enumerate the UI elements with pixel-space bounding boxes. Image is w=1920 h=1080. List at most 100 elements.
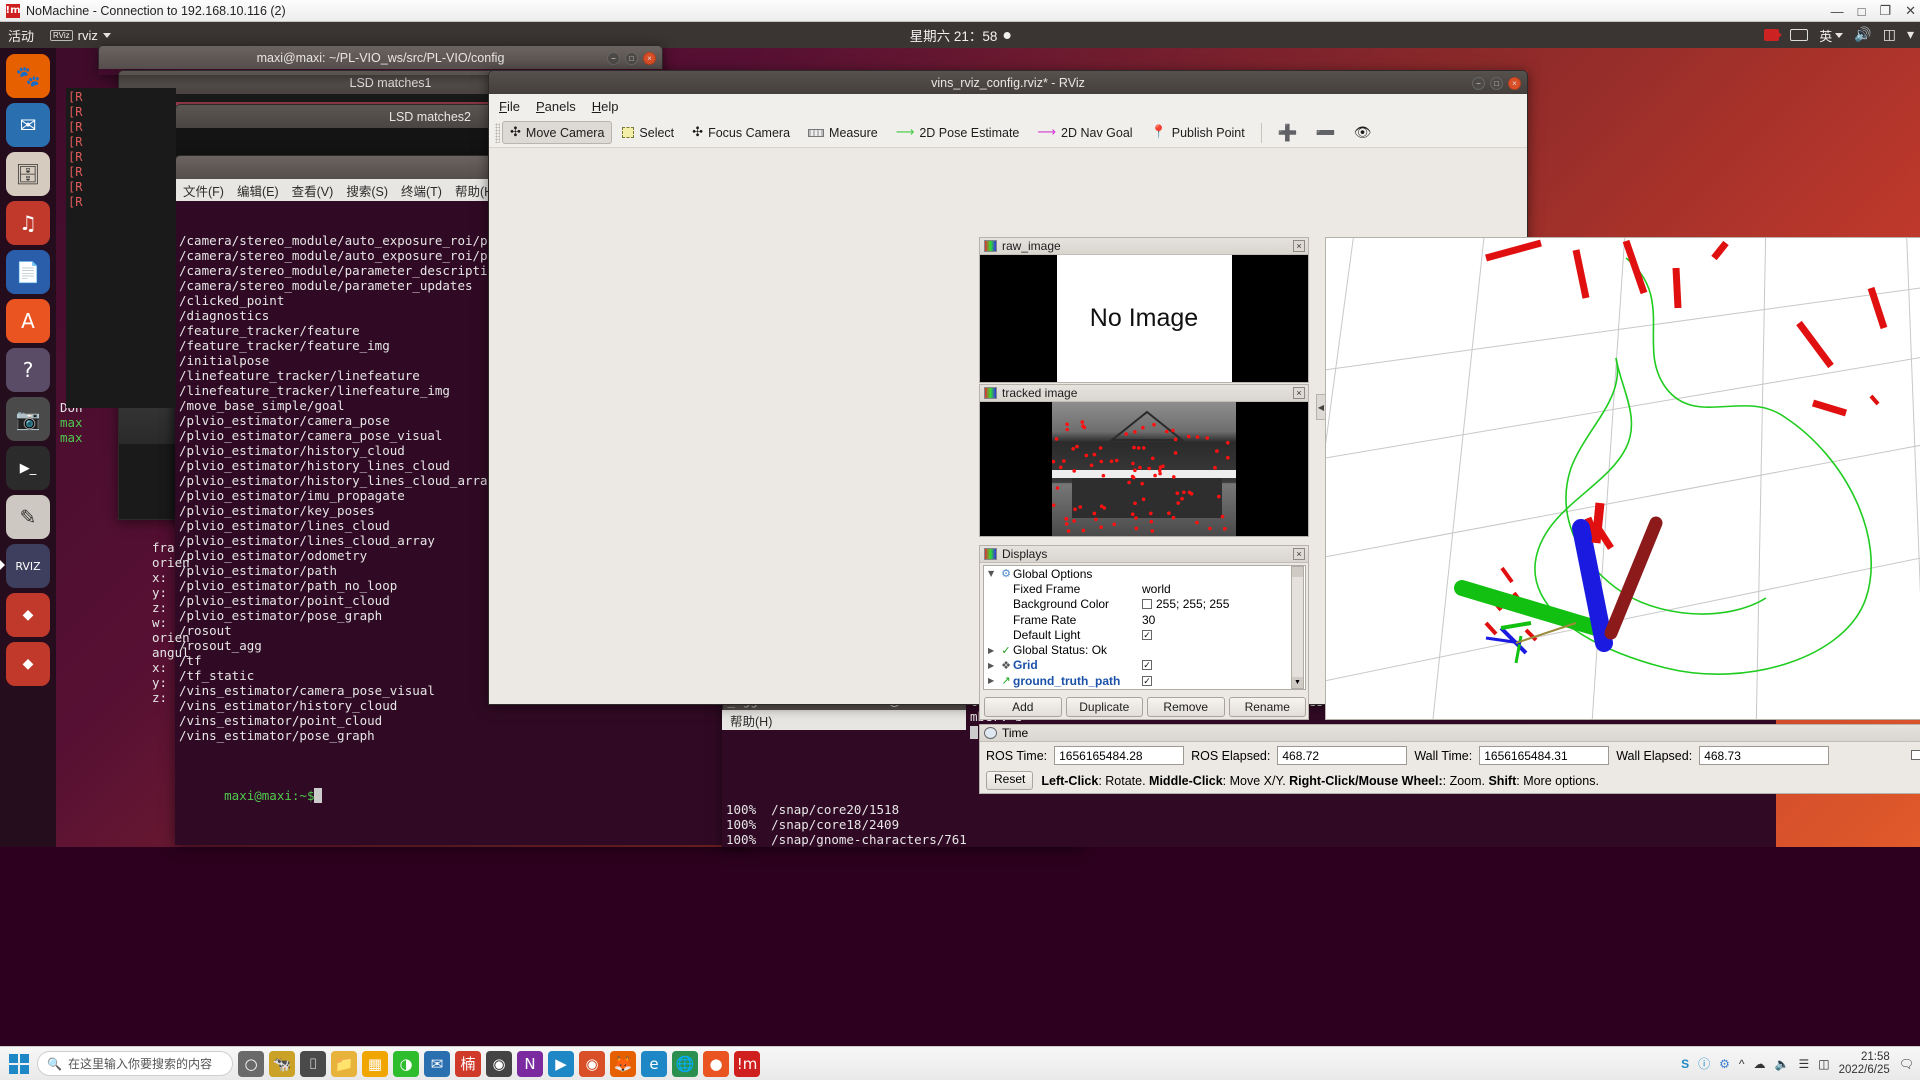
minimize-button[interactable]: − (1472, 76, 1485, 90)
menu-edit[interactable]: 编辑(E) (237, 181, 279, 200)
close-icon[interactable]: × (1293, 387, 1305, 399)
rviz-titlebar[interactable]: vins_rviz_config.rviz* - RViz − □ × (488, 70, 1528, 94)
launcher-item-terminal[interactable]: ▶_ (6, 446, 50, 490)
launcher-item-screenshot[interactable]: 📷 (6, 397, 50, 441)
menu-file[interactable]: File (499, 99, 520, 114)
tool-publish-point[interactable]: 📍 Publish Point (1143, 121, 1253, 144)
launcher-item-help[interactable]: ? (6, 348, 50, 392)
launcher-item-text-editor[interactable]: ✎ (6, 495, 50, 539)
duplicate-button[interactable]: Duplicate (1065, 697, 1143, 717)
close-icon[interactable]: × (1293, 240, 1305, 252)
window-titlebar[interactable]: maxi@maxi: ~/PL-VIO_ws/src/PL-VIO/config… (98, 45, 663, 69)
wall-time-input[interactable] (1479, 746, 1610, 765)
scroll-down-arrow[interactable]: ▼ (1292, 677, 1303, 688)
displays-row-value[interactable]: world (1142, 582, 1171, 596)
start-button[interactable] (6, 1051, 32, 1077)
displays-row-value[interactable]: ✓ (1142, 675, 1152, 686)
reset-button[interactable]: Reset (986, 771, 1034, 790)
taskbar-onenote-icon[interactable]: N (517, 1050, 543, 1077)
tool-2d-nav-goal[interactable]: ⟶ 2D Nav Goal (1029, 121, 1140, 144)
launcher-item-software[interactable]: A (6, 299, 50, 343)
launcher-item-thunderbird[interactable]: ✉ (6, 103, 50, 147)
tool-select[interactable]: Select (614, 122, 682, 144)
chevron-right-icon[interactable]: ▶ (988, 676, 999, 685)
tool-2d-pose-estimate[interactable]: ⟶ 2D Pose Estimate (888, 121, 1028, 144)
taskbar-file-explorer-icon[interactable]: 📁 (331, 1050, 357, 1077)
taskbar-app-red-icon[interactable]: 楠 (455, 1050, 481, 1077)
notification-icon[interactable]: 🗨 (1899, 1057, 1914, 1071)
close-button[interactable]: ✕ (1905, 3, 1916, 19)
launcher-item-firefox[interactable]: 🐾 (6, 54, 50, 98)
record-icon[interactable] (1764, 29, 1783, 41)
shield-icon[interactable]: ⚙ (1719, 1057, 1730, 1071)
help-icon[interactable]: ⓘ (1698, 1055, 1710, 1072)
tool-focus-camera[interactable]: ✣ Focus Camera (684, 121, 798, 144)
checkbox[interactable]: ✓ (1142, 629, 1152, 640)
add-button[interactable]: Add (984, 697, 1062, 717)
displays-tree[interactable]: ▼ ⚙ Global Options Fixed Frame world Backgrou… (983, 565, 1306, 690)
displays-tree-row[interactable]: ▶ ✓ Global Status: Ok (984, 642, 1305, 657)
chevron-up-icon[interactable]: ^ (1739, 1057, 1745, 1071)
displays-tree-row[interactable]: Frame Rate 30 (984, 612, 1305, 627)
close-button[interactable]: × (1508, 76, 1521, 90)
minimize-button[interactable]: — (1831, 4, 1844, 19)
taskbar-cortana-icon[interactable]: ○ (238, 1050, 264, 1077)
rename-button[interactable]: Rename (1228, 697, 1306, 717)
displays-tree-row[interactable]: ▶ ❖ Grid ✓ (984, 658, 1305, 673)
color-swatch[interactable] (1142, 599, 1152, 610)
taskbar-firefox-icon[interactable]: 🦊 (610, 1050, 636, 1077)
displays-tree-row[interactable]: Default Light ✓ (984, 627, 1305, 642)
displays-tree-row[interactable]: ▶ ↗ ground_truth_path ✓ (984, 673, 1305, 688)
launcher-item-app-red-1[interactable]: ◆ (6, 593, 50, 637)
panel-header[interactable]: Displays × (980, 546, 1308, 563)
maximize-button[interactable]: □ (1490, 76, 1503, 90)
sync-icon[interactable]: S (1681, 1057, 1689, 1071)
tool-measure[interactable]: Measure (800, 122, 886, 144)
taskbar-edge-icon[interactable]: e (641, 1050, 667, 1077)
taskbar-wechat-icon[interactable]: ◑ (393, 1050, 419, 1077)
close-button[interactable]: × (643, 51, 656, 65)
search-input[interactable]: 🔍 在这里输入你要搜索的内容 (37, 1051, 233, 1076)
displays-tree-row[interactable]: ▼ ⚙ Global Options (984, 566, 1305, 581)
taskbar-mail-icon[interactable]: ✉ (424, 1050, 450, 1077)
toolbar-remove-button[interactable]: ➖ (1308, 119, 1344, 146)
power-icon[interactable]: ▾ (1907, 27, 1914, 43)
taskbar-ubuntu-icon[interactable]: ● (703, 1050, 729, 1077)
menu-panels[interactable]: Panels (536, 99, 576, 114)
volume-icon[interactable]: 🔈 (1775, 1057, 1790, 1071)
toolbar-grip[interactable] (495, 122, 500, 143)
ros-time-input[interactable] (1054, 746, 1185, 765)
panel-clock[interactable]: 星期六 21：58 (910, 25, 1011, 45)
panel-header[interactable]: raw_image × (980, 238, 1308, 255)
panel-header[interactable]: tracked image × (980, 385, 1308, 402)
wall-elapsed-input[interactable] (1699, 746, 1830, 765)
taskbar-store-icon[interactable]: ▦ (362, 1050, 388, 1077)
tool-move-camera[interactable]: ✣ Move Camera (502, 121, 613, 144)
displays-row-value[interactable]: 255; 255; 255 (1142, 597, 1229, 611)
displays-scrollbar[interactable]: ▼ (1291, 566, 1304, 689)
taskbar-globe-icon[interactable]: 🌐 (672, 1050, 698, 1077)
menu-help[interactable]: 帮助(H) (730, 711, 772, 730)
taskbar-clock[interactable]: 21:58 2022/6/25 (1839, 1051, 1890, 1077)
launcher-item-files[interactable]: 🗄 (6, 152, 50, 196)
taskbar-chrome-icon[interactable]: ◉ (579, 1050, 605, 1077)
scrollbar-thumb[interactable] (1292, 567, 1303, 577)
menu-search[interactable]: 搜索(S) (346, 181, 388, 200)
remove-button[interactable]: Remove (1147, 697, 1225, 717)
checkbox[interactable]: ✓ (1142, 660, 1152, 671)
menu-help[interactable]: Help (592, 99, 619, 114)
restore-button[interactable]: ❐ (1879, 3, 1891, 19)
chevron-right-icon[interactable]: ▶ (988, 646, 999, 655)
toolbar-add-button[interactable]: ➕ (1270, 119, 1306, 146)
maximize-button[interactable]: □ (1858, 4, 1866, 19)
experimental-checkbox[interactable] (1911, 750, 1920, 760)
maximize-button[interactable]: □ (625, 51, 638, 65)
panel-collapse-arrow-left[interactable]: ◀ (1316, 394, 1326, 420)
launcher-item-app-red-2[interactable]: ◆ (6, 642, 50, 686)
taskbar-task-view-icon[interactable]: ⌷ (300, 1050, 326, 1077)
volume-icon[interactable]: 🔊 (1854, 27, 1871, 43)
minimize-button[interactable]: − (607, 51, 620, 65)
app-menu-button[interactable]: RViz rviz (50, 28, 111, 43)
display-icon[interactable] (1790, 29, 1809, 41)
menu-file[interactable]: 文件(F) (183, 181, 224, 200)
